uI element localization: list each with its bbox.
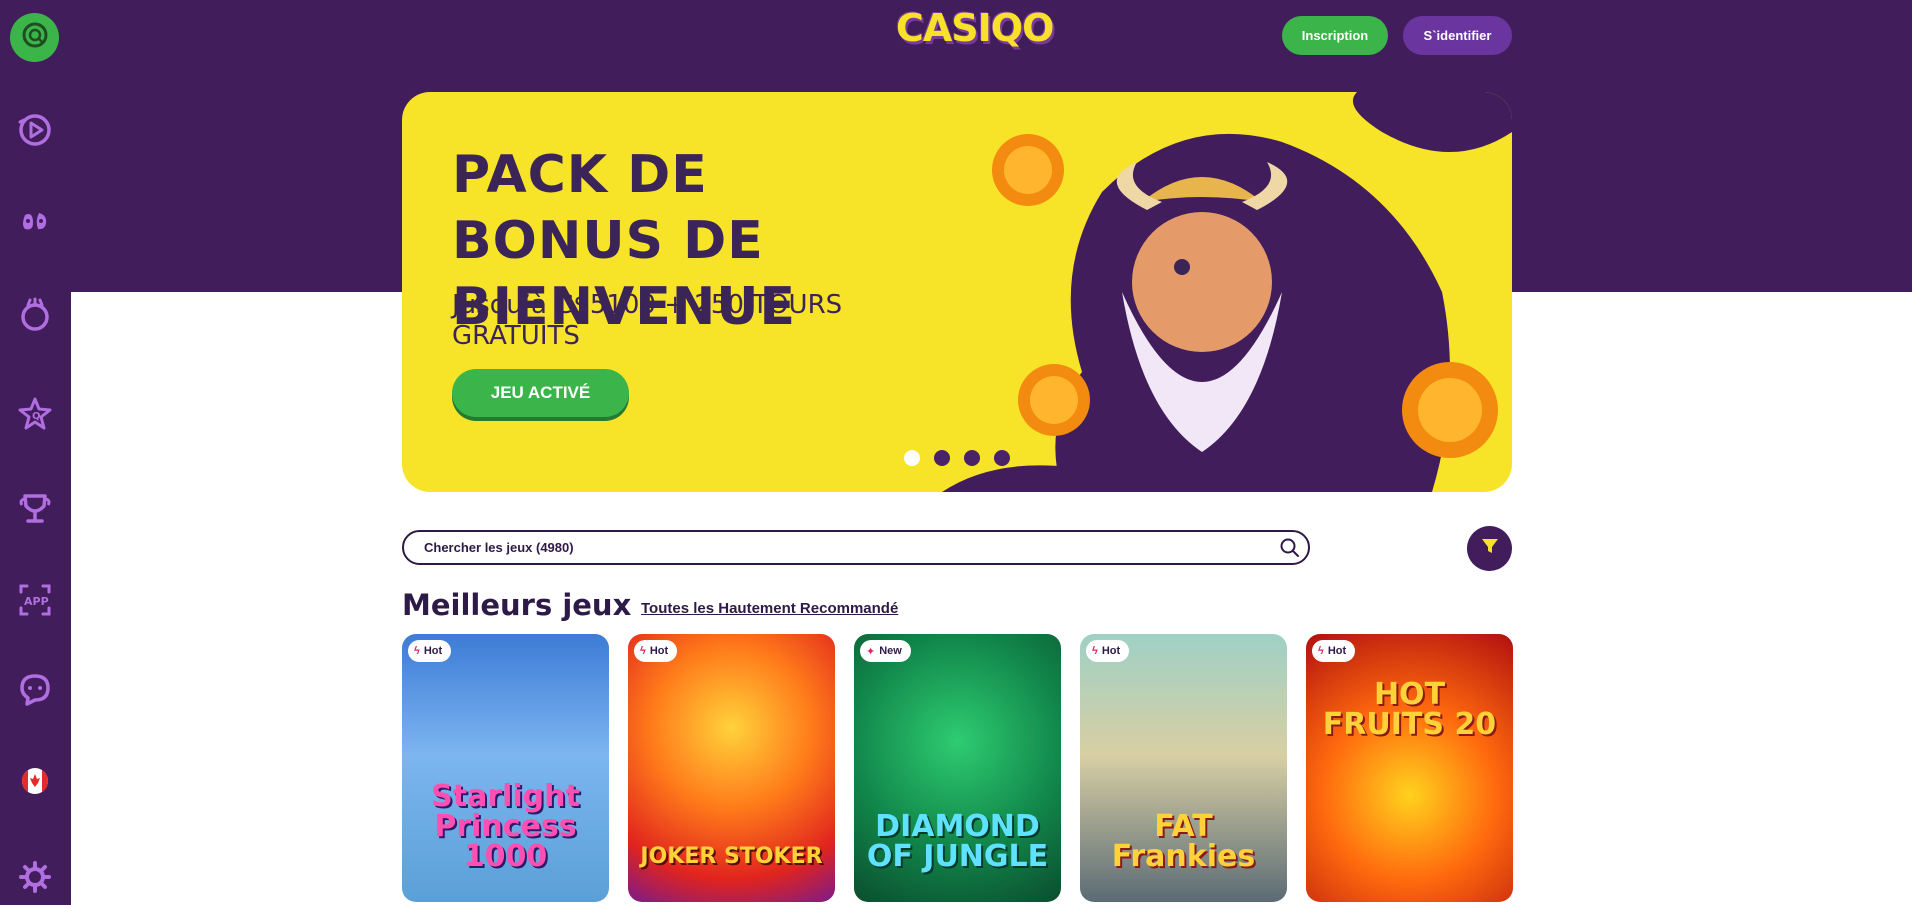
profile-icon — [19, 19, 51, 56]
hot-badge: ϟ Hot — [1086, 640, 1130, 662]
sidebar-item-casino[interactable] — [12, 109, 58, 155]
carousel-dot[interactable] — [994, 450, 1010, 466]
section-title: Meilleurs jeux — [402, 588, 632, 622]
site-logo[interactable]: CASIQO — [896, 6, 1054, 50]
chat-icon — [15, 669, 55, 714]
game-card[interactable]: ϟ Hot Starlight Princess 1000 — [402, 634, 609, 902]
game-card[interactable]: ✦ New DIAMOND OF JUNGLE — [854, 634, 1061, 902]
gear-icon — [15, 857, 55, 902]
bolt-icon: ϟ — [640, 645, 646, 657]
game-title: HOT FRUITS 20 — [1322, 677, 1497, 742]
bulb-icon: ✦ — [866, 645, 876, 658]
filter-button[interactable] — [1467, 526, 1512, 571]
search-bar[interactable]: Chercher les jeux (4980) — [402, 530, 1310, 565]
game-card[interactable]: ϟ Hot JOKER STOKER — [628, 634, 835, 902]
svg-text:APP: APP — [24, 595, 49, 608]
game-title: DIAMOND OF JUNGLE — [866, 809, 1049, 874]
trophy-icon — [15, 488, 55, 533]
hot-badge: ϟ Hot — [408, 640, 452, 662]
star-icon: Q — [15, 394, 55, 439]
hot-badge: ϟ Hot — [634, 640, 678, 662]
game-title: FAT Frankies — [1111, 809, 1256, 874]
sidebar-item-live[interactable] — [12, 200, 58, 246]
bolt-icon: ϟ — [1318, 645, 1324, 657]
login-button[interactable]: S`identifier — [1403, 16, 1512, 55]
hot-badge: ϟ Hot — [1312, 640, 1356, 662]
sidebar-item-tournaments[interactable] — [12, 487, 58, 533]
carousel-dots — [904, 450, 1010, 466]
game-card[interactable]: ϟ Hot HOT FRUITS 20 — [1306, 634, 1513, 902]
bolt-icon: ϟ — [1092, 645, 1098, 657]
bolt-icon: ϟ — [414, 645, 420, 657]
search-icon[interactable] — [1272, 533, 1308, 563]
new-badge: ✦ New — [860, 640, 911, 662]
games-grid: ϟ Hot Starlight Princess 1000 ϟ Hot JOKER … — [402, 634, 1513, 902]
see-all-link[interactable]: Toutes les Hautement Recommandé — [641, 600, 898, 617]
search-input[interactable]: Chercher les jeux (4980) — [424, 540, 1272, 555]
sidebar-item-favorites[interactable]: Q — [12, 393, 58, 439]
profile-button[interactable] — [10, 13, 59, 62]
sidebar-item-language[interactable] — [12, 760, 58, 806]
play-icon — [15, 110, 55, 155]
game-title: JOKER STOKER — [640, 844, 823, 869]
sidebar-item-support[interactable] — [12, 668, 58, 714]
sidebar-item-slots[interactable] — [12, 293, 58, 339]
live-icon — [15, 201, 55, 246]
app-icon: APP — [15, 580, 55, 625]
register-button[interactable]: Inscription — [1282, 16, 1388, 55]
sidebar: Q APP — [0, 0, 71, 905]
carousel-dot[interactable] — [934, 450, 950, 466]
game-title: Starlight Princess 1000 — [431, 779, 580, 874]
game-card[interactable]: ϟ Hot FAT Frankies — [1080, 634, 1287, 902]
filter-icon — [1480, 536, 1500, 561]
svg-text:Q: Q — [32, 411, 41, 422]
slot-icon — [15, 294, 55, 339]
banner-subtitle: Jusqu’à C$5100 + 250 TOURS GRATUITS — [452, 290, 843, 351]
canada-flag-icon — [15, 761, 55, 806]
carousel-dot[interactable] — [964, 450, 980, 466]
banner-cta-button[interactable]: JEU ACTIVÉ — [452, 369, 629, 417]
promo-banner[interactable]: PACK DE BONUS DE BIENVENUE Jusqu’à C$510… — [402, 92, 1512, 492]
sidebar-item-settings[interactable] — [12, 856, 58, 902]
sidebar-item-app[interactable]: APP — [12, 579, 58, 625]
carousel-dot[interactable] — [904, 450, 920, 466]
